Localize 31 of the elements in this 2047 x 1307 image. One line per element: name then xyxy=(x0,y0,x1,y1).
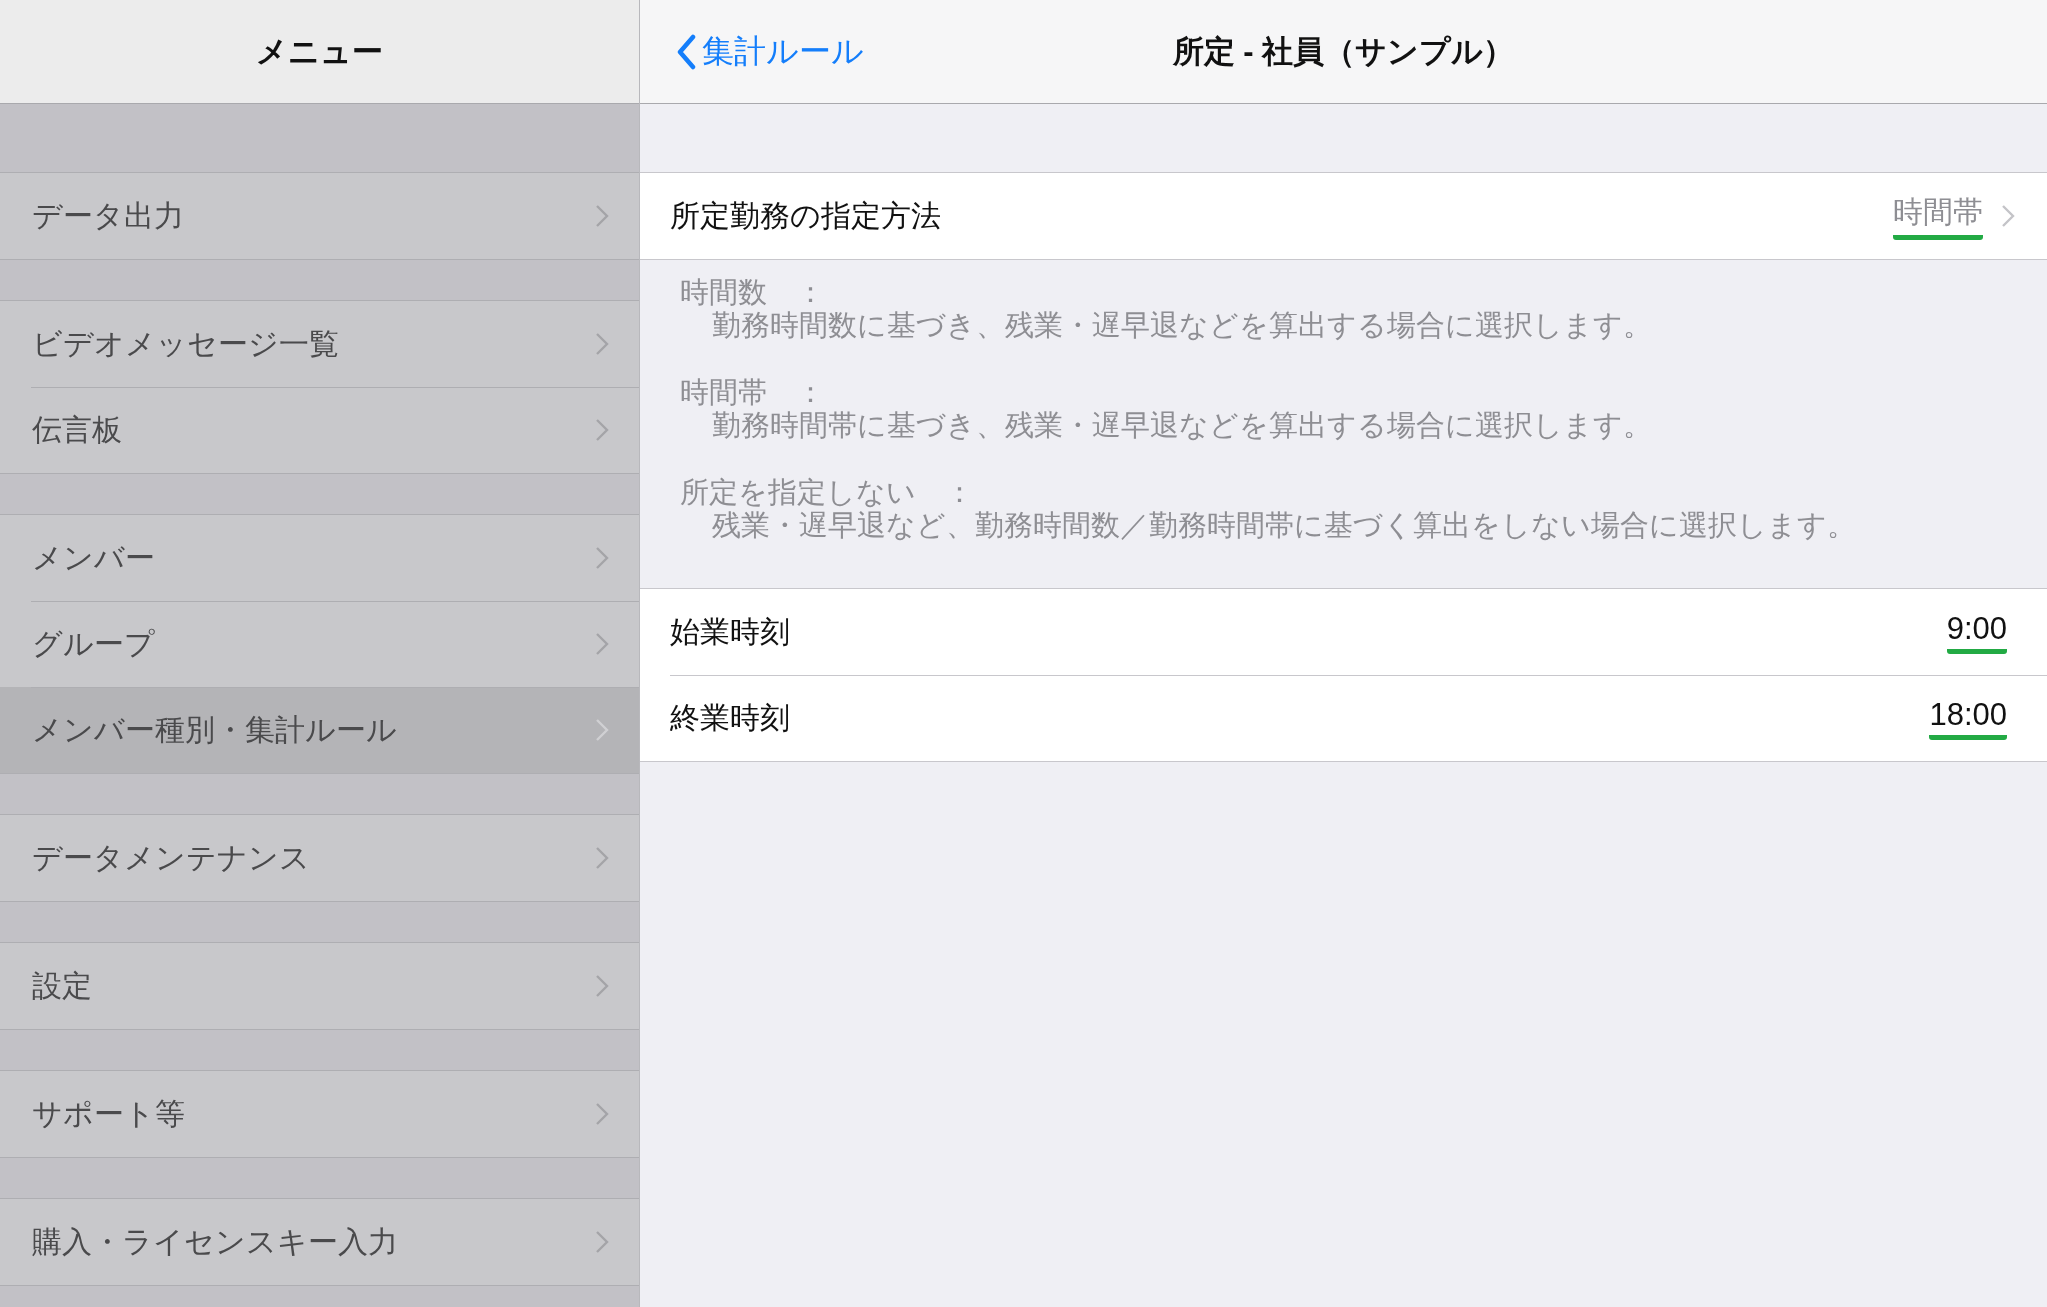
note-term: 時間数 ： xyxy=(680,276,826,309)
time-value: 9:00 xyxy=(1946,610,2007,654)
chevron-icon xyxy=(595,204,609,228)
note-text: 残業・遅早退など、勤務時間数／勤務時間帯に基づく算出をしない場合に選択します。 xyxy=(711,509,1857,542)
note-term: 所定を指定しない ： xyxy=(680,476,975,509)
row-label: 始業時刻 xyxy=(670,613,790,650)
back-button[interactable]: 集計ルール xyxy=(676,30,864,74)
note-text: 勤務時間数に基づき、残業・遅早退などを算出する場合に選択します。 xyxy=(711,309,1653,342)
chevron-icon xyxy=(595,1230,609,1254)
row-value: 時間帯 xyxy=(1893,192,1983,240)
chevron-icon xyxy=(595,974,609,998)
note-term: 時間帯 ： xyxy=(680,376,826,409)
settings-row[interactable]: 所定勤務の指定方法 時間帯 xyxy=(640,172,2047,259)
menu-item[interactable]: メンバー種別・集計ルール xyxy=(0,687,639,773)
chevron-icon xyxy=(595,846,609,870)
note-text: 勤務時間帯に基づき、残業・遅早退などを算出する場合に選択します。 xyxy=(711,409,1653,442)
time-row[interactable]: 始業時刻 9:00 xyxy=(640,589,2047,675)
chevron-icon xyxy=(595,718,609,742)
chevron-icon xyxy=(595,332,609,356)
time-value: 18:00 xyxy=(1929,696,2007,740)
chevron-icon xyxy=(2001,204,2015,228)
sidebar-title: メニュー xyxy=(256,32,383,71)
chevron-icon xyxy=(595,1102,609,1126)
chevron-icon xyxy=(595,418,609,442)
time-row[interactable]: 終業時刻 18:00 xyxy=(640,675,2047,761)
page-title: 所定 - 社員（サンプル） xyxy=(1172,32,1515,71)
back-chevron-icon xyxy=(676,34,696,70)
chevron-icon xyxy=(595,632,609,656)
chevron-icon xyxy=(595,546,609,570)
row-label: 所定勤務の指定方法 xyxy=(670,197,941,234)
row-label: 終業時刻 xyxy=(670,699,790,736)
